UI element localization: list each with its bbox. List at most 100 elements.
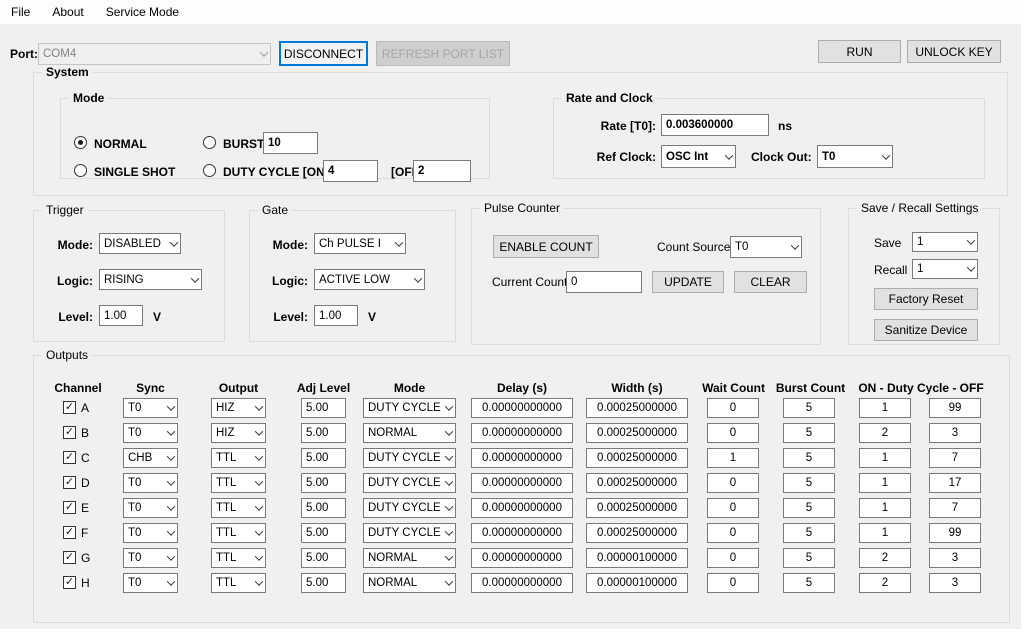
mode-select[interactable]: DUTY CYCLE: [363, 398, 456, 418]
burst-count-input[interactable]: 5: [783, 573, 835, 593]
unlock-key-button[interactable]: UNLOCK KEY: [907, 40, 1001, 63]
output-select[interactable]: TTL: [211, 523, 266, 543]
adj-level-input[interactable]: 5.00: [301, 498, 346, 518]
output-select[interactable]: TTL: [211, 448, 266, 468]
duty-on-input[interactable]: 2: [859, 423, 911, 443]
wait-count-input[interactable]: 0: [707, 398, 759, 418]
duty-on-input[interactable]: 1: [859, 448, 911, 468]
duty-cycle-radio[interactable]: [203, 164, 216, 177]
channel-checkbox[interactable]: ✓: [63, 476, 76, 489]
wait-count-input[interactable]: 0: [707, 548, 759, 568]
channel-checkbox[interactable]: ✓: [63, 401, 76, 414]
channel-checkbox[interactable]: ✓: [63, 451, 76, 464]
adj-level-input[interactable]: 5.00: [301, 573, 346, 593]
adj-level-input[interactable]: 5.00: [301, 423, 346, 443]
delay-input[interactable]: 0.00000000000: [471, 448, 573, 468]
disconnect-button[interactable]: DISCONNECT: [279, 41, 368, 66]
update-button[interactable]: UPDATE: [652, 271, 724, 293]
width-input[interactable]: 0.00000100000: [586, 548, 688, 568]
menu-about[interactable]: About: [41, 1, 94, 23]
burst-count-input[interactable]: 5: [783, 423, 835, 443]
duty-off-input[interactable]: 99: [929, 398, 981, 418]
channel-checkbox[interactable]: ✓: [63, 501, 76, 514]
duty-off-input[interactable]: 3: [929, 573, 981, 593]
menu-file[interactable]: File: [0, 1, 41, 23]
duty-on-input[interactable]: 2: [859, 548, 911, 568]
output-select[interactable]: HIZ: [211, 423, 266, 443]
duty-off-input[interactable]: 3: [929, 548, 981, 568]
width-input[interactable]: 0.00025000000: [586, 498, 688, 518]
sync-select[interactable]: T0: [123, 573, 178, 593]
burst-count-input[interactable]: 5: [783, 448, 835, 468]
wait-count-input[interactable]: 0: [707, 423, 759, 443]
enable-count-button[interactable]: ENABLE COUNT: [493, 235, 599, 258]
sync-select[interactable]: T0: [123, 548, 178, 568]
save-slot-select[interactable]: 1: [912, 232, 978, 252]
rate-input[interactable]: 0.003600000: [661, 114, 769, 136]
trigger-level-input[interactable]: 1.00: [99, 305, 143, 326]
adj-level-input[interactable]: 5.00: [301, 448, 346, 468]
width-input[interactable]: 0.00025000000: [586, 448, 688, 468]
sync-select[interactable]: T0: [123, 473, 178, 493]
burst-count-input[interactable]: 5: [783, 498, 835, 518]
port-select[interactable]: COM4: [38, 43, 271, 65]
normal-radio[interactable]: [74, 136, 87, 149]
mode-select[interactable]: NORMAL: [363, 423, 456, 443]
delay-input[interactable]: 0.00000000000: [471, 523, 573, 543]
count-source-select[interactable]: T0: [730, 236, 802, 258]
delay-input[interactable]: 0.00000000000: [471, 398, 573, 418]
gate-level-input[interactable]: 1.00: [314, 305, 358, 326]
width-input[interactable]: 0.00025000000: [586, 473, 688, 493]
channel-checkbox[interactable]: ✓: [63, 551, 76, 564]
sync-select[interactable]: T0: [123, 398, 178, 418]
delay-input[interactable]: 0.00000000000: [471, 473, 573, 493]
delay-input[interactable]: 0.00000000000: [471, 423, 573, 443]
mode-select[interactable]: DUTY CYCLE: [363, 498, 456, 518]
trigger-logic-select[interactable]: RISING: [99, 269, 202, 290]
mode-select[interactable]: NORMAL: [363, 548, 456, 568]
channel-checkbox[interactable]: ✓: [63, 526, 76, 539]
output-select[interactable]: HIZ: [211, 398, 266, 418]
sync-select[interactable]: T0: [123, 423, 178, 443]
ref-clock-select[interactable]: OSC Int: [661, 145, 736, 168]
burst-count-input[interactable]: 5: [783, 548, 835, 568]
output-select[interactable]: TTL: [211, 473, 266, 493]
wait-count-input[interactable]: 0: [707, 473, 759, 493]
burst-count-input[interactable]: 5: [783, 523, 835, 543]
duty-on-input[interactable]: 4: [323, 160, 378, 182]
trigger-mode-select[interactable]: DISABLED: [99, 233, 181, 254]
duty-off-input[interactable]: 7: [929, 498, 981, 518]
delay-input[interactable]: 0.00000000000: [471, 573, 573, 593]
delay-input[interactable]: 0.00000000000: [471, 498, 573, 518]
output-select[interactable]: TTL: [211, 573, 266, 593]
menu-service-mode[interactable]: Service Mode: [95, 1, 190, 23]
wait-count-input[interactable]: 1: [707, 448, 759, 468]
sanitize-device-button[interactable]: Sanitize Device: [874, 319, 978, 341]
duty-on-input[interactable]: 1: [859, 398, 911, 418]
adj-level-input[interactable]: 5.00: [301, 548, 346, 568]
run-button[interactable]: RUN: [818, 40, 901, 63]
duty-on-input[interactable]: 1: [859, 498, 911, 518]
wait-count-input[interactable]: 0: [707, 573, 759, 593]
adj-level-input[interactable]: 5.00: [301, 398, 346, 418]
gate-logic-select[interactable]: ACTIVE LOW: [314, 269, 425, 290]
width-input[interactable]: 0.00025000000: [586, 423, 688, 443]
output-select[interactable]: TTL: [211, 498, 266, 518]
burst-count-input[interactable]: 5: [783, 398, 835, 418]
sync-select[interactable]: T0: [123, 523, 178, 543]
clock-out-select[interactable]: T0: [817, 145, 893, 168]
sync-select[interactable]: T0: [123, 498, 178, 518]
sync-select[interactable]: CHB: [123, 448, 178, 468]
burst-radio[interactable]: [203, 136, 216, 149]
channel-checkbox[interactable]: ✓: [63, 576, 76, 589]
gate-mode-select[interactable]: Ch PULSE I: [314, 233, 406, 254]
width-input[interactable]: 0.00025000000: [586, 398, 688, 418]
duty-on-input[interactable]: 1: [859, 473, 911, 493]
mode-select[interactable]: DUTY CYCLE: [363, 448, 456, 468]
wait-count-input[interactable]: 0: [707, 523, 759, 543]
duty-off-input[interactable]: 2: [413, 160, 471, 182]
burst-count-input[interactable]: 10: [263, 132, 318, 154]
duty-off-input[interactable]: 7: [929, 448, 981, 468]
duty-off-input[interactable]: 99: [929, 523, 981, 543]
duty-on-input[interactable]: 1: [859, 523, 911, 543]
